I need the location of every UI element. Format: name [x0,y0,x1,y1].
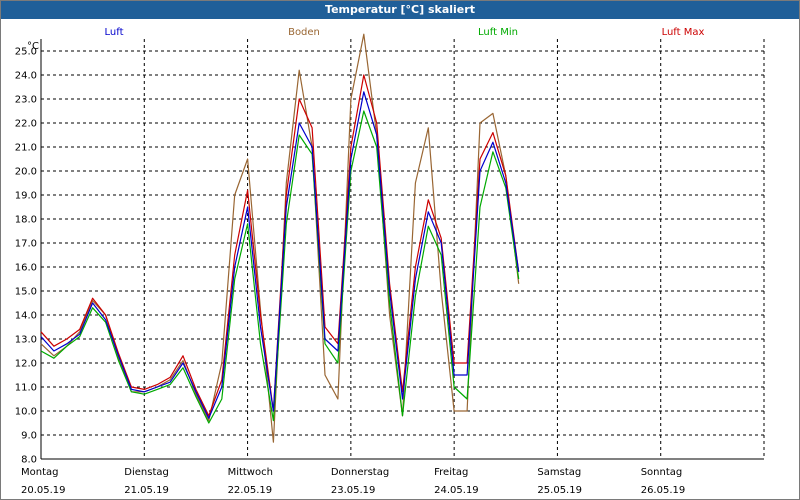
y-tick-label: 9.0 [21,431,37,442]
y-axis-label: °C [27,41,39,52]
x-day-label: Dienstag [124,467,169,478]
legend-boden: Boden [288,27,320,38]
y-tick-label: 23.0 [15,95,37,106]
series-line-luft-max [40,74,520,417]
line-chart: 8.0 9.0 10.0 11.0 12.0 13.0 14.0 15.0 16.0 17.0 18… [15,27,765,496]
x-date-label: 24.05.19 [434,485,479,496]
x-date-label: 22.05.19 [228,485,273,496]
x-date-label: 26.05.19 [641,485,686,496]
legend-luft: Luft [105,27,124,38]
y-tick-label: 14.0 [15,311,37,322]
y-tick-label: 18.0 [15,215,37,226]
y-tick-label: 19.0 [15,191,37,202]
x-date-label: 25.05.19 [537,485,582,496]
y-tick-label: 20.0 [15,167,37,178]
series-line-boden [40,33,520,443]
x-day-label: Sonntag [641,467,683,478]
y-tick-label: 24.0 [15,71,37,82]
series-line-luft-min [40,110,520,424]
x-day-label: Mittwoch [228,467,273,478]
x-date-label: 20.05.19 [21,485,66,496]
y-tick-label: 12.0 [15,359,37,370]
y-tick-label: 10.0 [15,407,37,418]
legend-luft-max: Luft Max [662,27,705,38]
y-tick-label: 15.0 [15,287,37,298]
legend-luft-min: Luft Min [478,27,518,38]
y-tick-label: 17.0 [15,239,37,250]
x-day-label: Donnerstag [331,467,389,478]
x-day-label: Freitag [434,467,468,478]
y-tick-label: 11.0 [15,383,37,394]
series-line-luft [40,91,520,419]
y-tick-label: 16.0 [15,263,37,274]
y-tick-label: 13.0 [15,335,37,346]
x-day-label: Samstag [537,467,581,478]
y-tick-label: 21.0 [15,143,37,154]
x-date-label: 23.05.19 [331,485,376,496]
y-tick-label: 22.0 [15,119,37,130]
chart-window: Temperatur [°C] skaliert 8.0 9.0 10.0 11.0 1… [0,0,800,500]
x-date-label: 21.05.19 [124,485,169,496]
x-day-label: Montag [21,467,58,478]
y-tick-label: 8.0 [21,455,37,466]
